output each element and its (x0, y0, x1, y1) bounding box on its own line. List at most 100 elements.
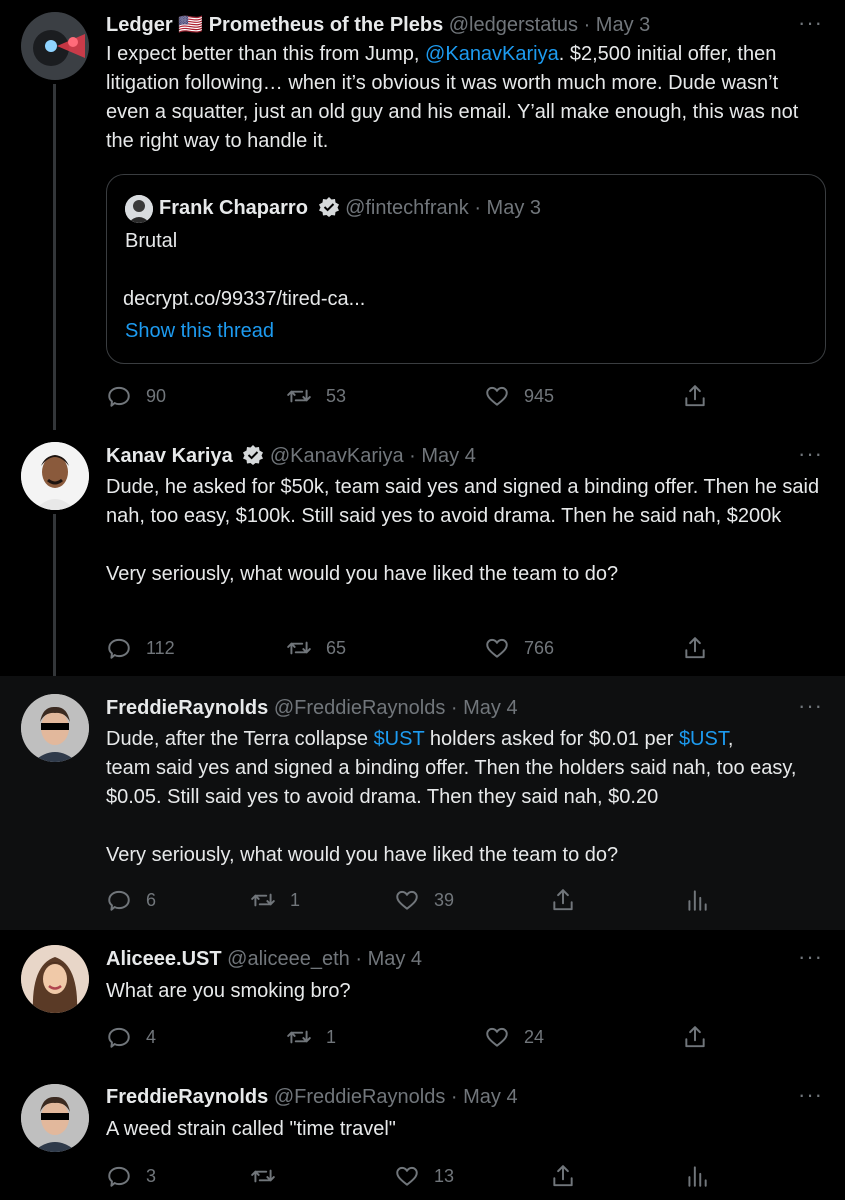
tweet-actions: 4 1 24 (106, 1022, 806, 1052)
like-count: 766 (524, 637, 555, 658)
retweet-button[interactable]: 1 (250, 885, 300, 915)
reply-count: 4 (146, 1026, 157, 1047)
share-button[interactable] (682, 381, 708, 411)
mention-link[interactable]: @KanavKariya (425, 43, 559, 65)
reply-icon (108, 890, 130, 911)
reply-count: 112 (146, 637, 175, 658)
tweet-actions: 90 53 945 (106, 381, 806, 411)
avatar[interactable] (21, 1084, 89, 1152)
like-count: 39 (434, 889, 455, 910)
tweet-text: I expect better than this from Jump, @Ka… (106, 43, 804, 152)
reply-button[interactable]: 6 (106, 885, 156, 915)
tweet-ledger[interactable]: Ledger 🇺🇸 Prometheus of the Plebs @ledge… (0, 0, 845, 430)
tweet-text: A weed strain called "time travel" (106, 1118, 396, 1140)
tweet-date[interactable]: May 4 (421, 445, 475, 467)
tweet-freddie[interactable]: FreddieRaynolds @FreddieRaynolds · May 4… (0, 676, 845, 930)
tweet-actions: 3 13 (106, 1161, 806, 1191)
share-button[interactable] (682, 1022, 708, 1052)
analytics-button[interactable] (684, 885, 710, 915)
like-count: 945 (524, 385, 555, 406)
cashtag-link[interactable]: $UST (679, 728, 728, 750)
reply-count: 3 (146, 1165, 157, 1186)
retweet-icon (287, 1030, 311, 1044)
like-button[interactable]: 24 (484, 1022, 544, 1052)
tweet-aliceee[interactable]: Aliceee.UST @aliceee_eth · May 4 ··· Wha… (0, 930, 845, 1068)
heart-icon (396, 890, 418, 910)
avatar[interactable] (21, 945, 89, 1013)
user-handle[interactable]: @FreddieRaynolds (274, 1086, 446, 1108)
cashtag-link[interactable]: $UST (374, 728, 425, 750)
tweet-kanav[interactable]: Kanav Kariya @KanavKariya · May 4 ··· Du… (0, 430, 845, 676)
heart-icon (486, 386, 508, 406)
user-handle[interactable]: @KanavKariya (270, 445, 404, 467)
reply-button[interactable]: 4 (106, 1022, 156, 1052)
like-button[interactable]: 766 (484, 633, 554, 663)
analytics-icon (688, 890, 707, 911)
display-name[interactable]: FreddieRaynolds (106, 1086, 268, 1108)
verified-badge-icon (243, 445, 264, 465)
tweet-date[interactable]: May 4 (463, 697, 517, 719)
user-handle: @fintechfrank (345, 197, 469, 219)
tweet-freddie-reply[interactable]: FreddieRaynolds @FreddieRaynolds · May 4… (0, 1068, 845, 1200)
display-name[interactable]: Kanav Kariya (106, 445, 233, 467)
show-thread-link[interactable]: Show this thread (125, 317, 274, 346)
reply-icon (108, 1166, 130, 1187)
tweet-date[interactable]: May 3 (596, 14, 650, 36)
like-button[interactable]: 39 (394, 885, 454, 915)
user-handle[interactable]: @FreddieRaynolds (274, 697, 446, 719)
heart-icon (396, 1166, 418, 1186)
tweet-header: Kanav Kariya @KanavKariya · May 4 (106, 445, 476, 467)
share-button[interactable] (682, 633, 708, 663)
reply-button[interactable]: 112 (106, 633, 175, 663)
avatar[interactable] (21, 694, 89, 762)
more-options-icon[interactable]: ··· (798, 944, 823, 970)
display-name[interactable]: Aliceee.UST (106, 948, 222, 970)
tweet-header: FreddieRaynolds @FreddieRaynolds · May 4 (106, 697, 518, 719)
quoted-tweet[interactable]: Frank Chaparro @fintechfrank · May 3 Bru… (106, 174, 826, 364)
tweet-date[interactable]: May 4 (463, 1086, 517, 1108)
user-handle[interactable]: @ledgerstatus (449, 14, 578, 36)
more-options-icon[interactable]: ··· (798, 1082, 823, 1108)
display-name[interactable]: FreddieRaynolds (106, 697, 268, 719)
share-icon (685, 385, 705, 407)
more-options-icon[interactable]: ··· (798, 693, 823, 719)
retweet-button[interactable] (250, 1161, 276, 1191)
share-icon (553, 1165, 573, 1187)
avatar[interactable] (21, 12, 89, 80)
share-icon (553, 889, 573, 911)
quoted-link[interactable]: decrypt.co/99337/tired-ca... (123, 285, 365, 314)
retweet-button[interactable]: 53 (286, 381, 346, 411)
user-handle[interactable]: @aliceee_eth (227, 948, 350, 970)
reply-icon (108, 386, 130, 407)
share-icon (685, 637, 705, 659)
like-button[interactable]: 945 (484, 381, 554, 411)
more-options-icon[interactable]: ··· (798, 10, 823, 36)
tweet-header: Ledger 🇺🇸 Prometheus of the Plebs @ledge… (106, 14, 651, 36)
share-button[interactable] (550, 1161, 576, 1191)
reply-count: 90 (146, 385, 167, 406)
retweet-count: 1 (290, 889, 301, 910)
like-button[interactable]: 13 (394, 1161, 454, 1191)
reply-button[interactable]: 90 (106, 381, 166, 411)
display-name[interactable]: Ledger 🇺🇸 Prometheus of the Plebs (106, 14, 443, 36)
retweet-icon (287, 641, 311, 655)
retweet-icon (251, 1169, 275, 1183)
analytics-button[interactable] (684, 1161, 710, 1191)
heart-icon (486, 638, 508, 658)
tweet-header: Aliceee.UST @aliceee_eth · May 4 (106, 948, 423, 970)
retweet-button[interactable]: 1 (286, 1022, 336, 1052)
reply-count: 6 (146, 889, 157, 910)
reply-button[interactable]: 3 (106, 1161, 156, 1191)
retweet-icon (251, 893, 275, 907)
share-button[interactable] (550, 885, 576, 915)
avatar[interactable] (21, 442, 89, 510)
tweet-date: May 3 (486, 197, 542, 219)
tweet-date[interactable]: May 4 (368, 948, 422, 970)
retweet-button[interactable]: 65 (286, 633, 346, 663)
share-icon (685, 1026, 705, 1048)
retweet-count: 1 (326, 1026, 337, 1047)
tweet-text: Dude, after the Terra collapse $UST hold… (106, 728, 797, 866)
retweet-count: 53 (326, 385, 347, 406)
reply-icon (108, 638, 130, 659)
more-options-icon[interactable]: ··· (798, 441, 823, 467)
